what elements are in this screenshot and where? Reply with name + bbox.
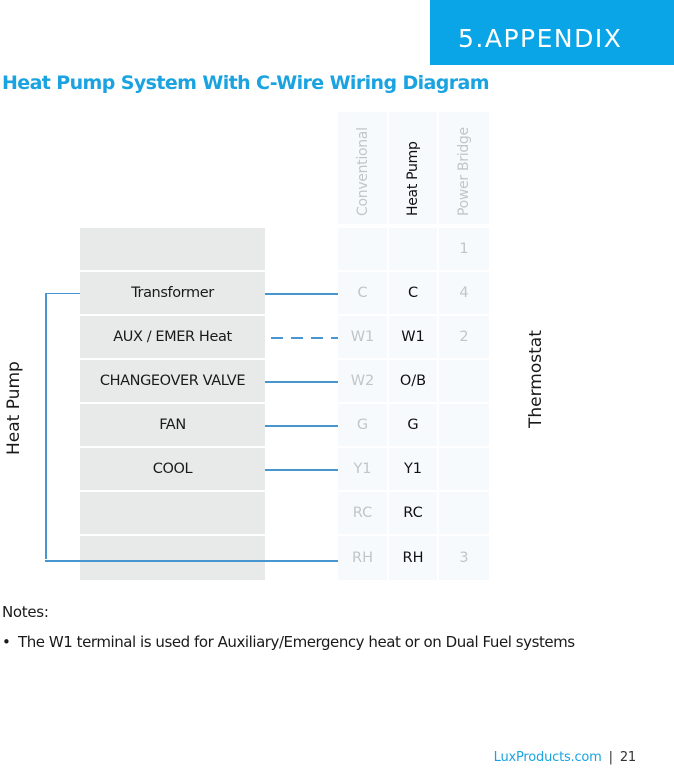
bullet-icon: • bbox=[2, 633, 11, 651]
terminal-cell-power-bridge-empty bbox=[439, 492, 489, 534]
terminal-cell-heat-pump-w1: W1 bbox=[389, 316, 437, 358]
wire-transformer-to-rh-bottom bbox=[45, 560, 338, 562]
terminal-cell-power-bridge-1: 1 bbox=[439, 228, 489, 270]
note-item: • The W1 terminal is used for Auxiliary/E… bbox=[2, 633, 575, 651]
wire-transformer-to-rh-vertical bbox=[45, 293, 47, 559]
wire-cool-to-y1 bbox=[265, 469, 338, 471]
heat-pump-terminal-transformer: Transformer bbox=[80, 272, 265, 314]
page-number: 21 bbox=[619, 750, 636, 765]
terminal-cell-heat-pump-empty bbox=[389, 228, 437, 270]
footer: LuxProducts.com | 21 bbox=[494, 750, 637, 765]
terminal-cell-conventional-rh: RH bbox=[338, 536, 387, 580]
wire-transformer-to-c bbox=[265, 293, 338, 295]
heat-pump-terminal-empty bbox=[80, 492, 265, 534]
heat-pump-terminal-empty bbox=[80, 228, 265, 270]
terminal-cell-conventional-w2: W2 bbox=[338, 360, 387, 402]
note-text: The W1 terminal is used for Auxiliary/Em… bbox=[18, 633, 575, 651]
column-header-label: Heat Pump bbox=[405, 141, 421, 216]
section-tab: 5.APPENDIX bbox=[430, 0, 674, 65]
terminal-cell-conventional-g: G bbox=[338, 404, 387, 446]
terminal-cell-conventional-y1: Y1 bbox=[338, 448, 387, 490]
notes-title: Notes: bbox=[2, 603, 49, 621]
terminal-cell-conventional-rc: RC bbox=[338, 492, 387, 534]
thermostat-label: Thermostat bbox=[526, 330, 546, 428]
terminal-cell-conventional-c: C bbox=[338, 272, 387, 314]
terminal-cell-heat-pump-rh: RH bbox=[389, 536, 437, 580]
wire-aux-emer-heat-to-w1 bbox=[271, 337, 338, 339]
column-header-conventional: Conventional bbox=[338, 112, 387, 224]
heat-pump-label: Heat Pump bbox=[4, 361, 24, 455]
footer-site-link[interactable]: LuxProducts.com bbox=[494, 750, 602, 765]
terminal-cell-power-bridge-2: 2 bbox=[439, 316, 489, 358]
terminal-cell-conventional-empty bbox=[338, 228, 387, 270]
wire-changeover-valve-to-o-b bbox=[265, 381, 338, 383]
terminal-cell-power-bridge-3: 3 bbox=[439, 536, 489, 580]
heat-pump-terminal-aux-emer-heat: AUX / EMER Heat bbox=[80, 316, 265, 358]
column-header-power-bridge: Power Bridge bbox=[439, 112, 489, 224]
wire-fan-to-g bbox=[265, 425, 338, 427]
section-label: 5.APPENDIX bbox=[458, 24, 623, 53]
terminal-cell-conventional-w1: W1 bbox=[338, 316, 387, 358]
column-header-heat-pump: Heat Pump bbox=[389, 112, 437, 224]
terminal-cell-heat-pump-g: G bbox=[389, 404, 437, 446]
terminal-cell-power-bridge-empty bbox=[439, 404, 489, 446]
page-title: Heat Pump System With C-Wire Wiring Diag… bbox=[2, 72, 490, 94]
heat-pump-terminal-changeover-valve: CHANGEOVER VALVE bbox=[80, 360, 265, 402]
terminal-cell-heat-pump-c: C bbox=[389, 272, 437, 314]
terminal-cell-heat-pump-rc: RC bbox=[389, 492, 437, 534]
heat-pump-terminal-cool: COOL bbox=[80, 448, 265, 490]
terminal-cell-power-bridge-empty bbox=[439, 360, 489, 402]
terminal-cell-heat-pump-o-b: O/B bbox=[389, 360, 437, 402]
terminal-cell-heat-pump-y1: Y1 bbox=[389, 448, 437, 490]
terminal-cell-power-bridge-4: 4 bbox=[439, 272, 489, 314]
column-header-label: Power Bridge bbox=[456, 127, 472, 216]
heat-pump-terminal-fan: FAN bbox=[80, 404, 265, 446]
terminal-cell-power-bridge-empty bbox=[439, 448, 489, 490]
heat-pump-terminal-empty bbox=[80, 536, 265, 580]
column-header-label: Conventional bbox=[354, 127, 371, 216]
wire-transformer-to-rh-top bbox=[45, 293, 80, 294]
footer-separator: | bbox=[608, 750, 613, 765]
